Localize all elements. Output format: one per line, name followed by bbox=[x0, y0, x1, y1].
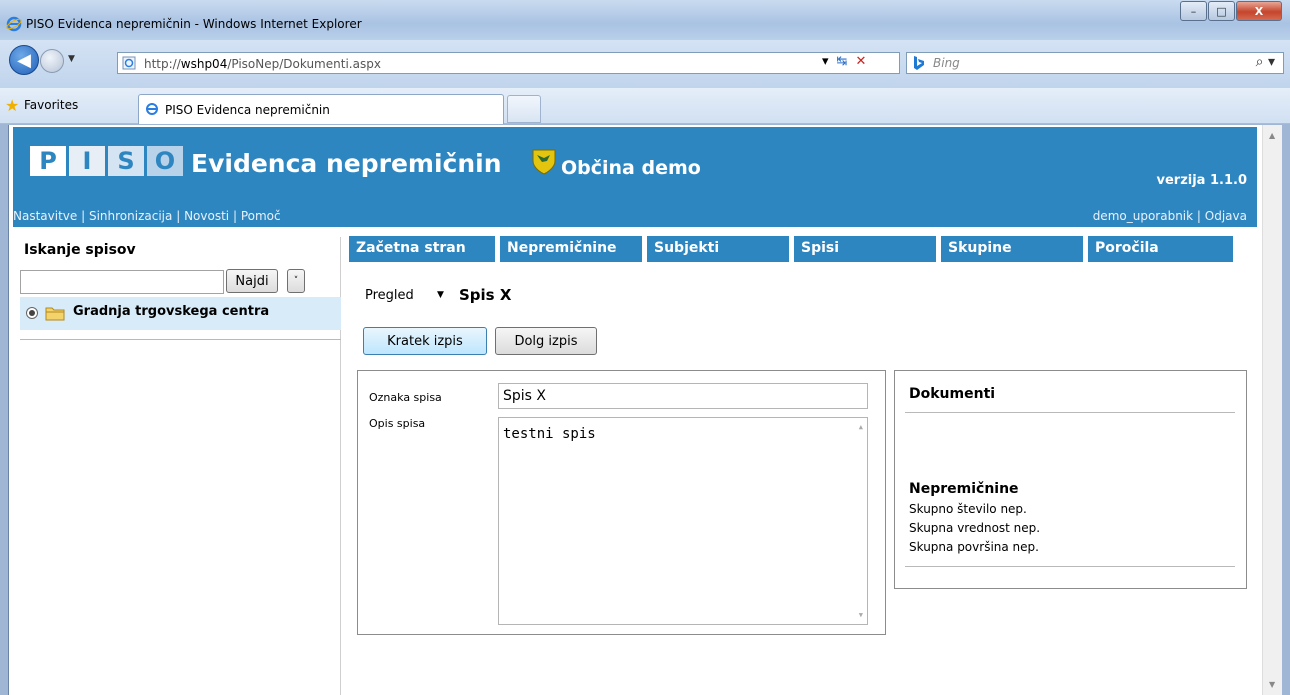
opis-label: Opis spisa bbox=[369, 417, 426, 430]
sidebar: Iskanje spisov Najdi ˅ Gradnja trgovskeg… bbox=[13, 237, 341, 695]
close-button[interactable]: X bbox=[1236, 1, 1282, 21]
search-input[interactable] bbox=[20, 270, 224, 294]
total-count-label: Skupno število nep. bbox=[909, 502, 1027, 516]
browser-tab-label: PISO Evidenca nepremičnin bbox=[165, 103, 330, 117]
main-nav: Začetna stran Nepremičnine Subjekti Spis… bbox=[349, 236, 1233, 262]
documents-divider bbox=[905, 412, 1235, 413]
ie-icon bbox=[6, 16, 22, 32]
page-icon bbox=[122, 56, 136, 70]
nav-nepremicnine[interactable]: Nepremičnine bbox=[500, 236, 642, 262]
page-scrollbar[interactable]: ▲ ▼ bbox=[1262, 125, 1282, 695]
properties-divider bbox=[905, 566, 1235, 567]
link-nastavitve[interactable]: Nastavitve bbox=[13, 209, 77, 223]
search-icon[interactable]: ⌕ ▾ bbox=[1256, 54, 1275, 70]
logout-link[interactable]: Odjava bbox=[1205, 209, 1247, 223]
browser-tab[interactable]: PISO Evidenca nepremičnin bbox=[138, 94, 504, 124]
url-field[interactable]: http://wshp04/PisoNep/Dokumenti.aspx bbox=[117, 52, 900, 74]
municipality-name: Občina demo bbox=[561, 157, 701, 179]
municipality-crest-icon bbox=[532, 149, 556, 175]
search-field[interactable]: Bing ⌕ ▾ bbox=[906, 52, 1284, 74]
history-dropdown-icon[interactable]: ▼ bbox=[68, 54, 75, 64]
oznaka-label: Oznaka spisa bbox=[369, 391, 442, 404]
username-link[interactable]: demo_uporabnik bbox=[1093, 209, 1193, 223]
url-text: http://wshp04/PisoNep/Dokumenti.aspx bbox=[144, 57, 381, 71]
version-label: verzija 1.1.0 bbox=[1156, 173, 1248, 188]
nav-skupine[interactable]: Skupine bbox=[941, 236, 1083, 262]
favorites-bar: ★ Favorites PISO Evidenca nepremičnin bbox=[0, 88, 1290, 124]
scroll-down-icon[interactable]: ▼ bbox=[1269, 680, 1275, 689]
nav-spisi[interactable]: Spisi bbox=[794, 236, 936, 262]
tree-item-gradnja[interactable]: Gradnja trgovskega centra bbox=[20, 297, 341, 330]
search-options-button[interactable]: ˅ bbox=[287, 269, 305, 293]
forward-button[interactable] bbox=[40, 49, 64, 73]
long-print-button[interactable]: Dolg izpis bbox=[495, 327, 597, 355]
link-novosti[interactable]: Novosti bbox=[184, 209, 229, 223]
oznaka-field[interactable]: Spis X bbox=[498, 383, 868, 409]
spis-title: Spis X bbox=[459, 286, 512, 304]
nav-subjekti[interactable]: Subjekti bbox=[647, 236, 789, 262]
opis-textarea[interactable]: testni spis ▲ ▼ bbox=[498, 417, 868, 625]
total-value-label: Skupna vrednost nep. bbox=[909, 521, 1041, 535]
scroll-up-icon[interactable]: ▲ bbox=[1269, 131, 1275, 140]
find-button[interactable]: Najdi bbox=[226, 269, 278, 293]
address-bar: ◀ ▼ http://wshp04/PisoNep/Dokumenti.aspx… bbox=[0, 40, 1290, 88]
nav-zacetna-stran[interactable]: Začetna stran bbox=[349, 236, 495, 262]
back-button[interactable]: ◀ bbox=[9, 45, 39, 75]
refresh-icon[interactable]: ↹ bbox=[837, 54, 848, 69]
sidebar-divider bbox=[20, 339, 341, 340]
ie-tab-icon bbox=[146, 103, 158, 115]
spis-form-panel: Oznaka spisa Spis X Opis spisa testni sp… bbox=[357, 370, 886, 635]
sidebar-title: Iskanje spisov bbox=[24, 242, 136, 258]
window-title: PISO Evidenca nepremičnin - Windows Inte… bbox=[26, 17, 362, 31]
bing-icon bbox=[914, 56, 924, 70]
piso-logo: P I S O bbox=[30, 146, 186, 176]
link-pomoc[interactable]: Pomoč bbox=[241, 209, 281, 223]
link-sinhronizacija[interactable]: Sinhronizacija bbox=[89, 209, 172, 223]
search-placeholder: Bing bbox=[933, 56, 960, 70]
minimize-button[interactable]: – bbox=[1180, 1, 1207, 21]
short-print-button[interactable]: Kratek izpis bbox=[363, 327, 487, 355]
favorites-star-icon: ★ bbox=[5, 96, 20, 115]
tree-item-radio[interactable] bbox=[26, 307, 38, 319]
window-titlebar: PISO Evidenca nepremičnin - Windows Inte… bbox=[0, 0, 1290, 40]
chevron-down-icon: ▼ bbox=[437, 290, 444, 300]
url-dropdown-icon[interactable]: ▾ bbox=[822, 54, 829, 69]
new-tab-button[interactable] bbox=[507, 95, 541, 123]
maximize-button[interactable]: □ bbox=[1208, 1, 1235, 21]
textarea-scroll-up-icon[interactable]: ▲ bbox=[859, 423, 863, 431]
textarea-scroll-down-icon[interactable]: ▼ bbox=[859, 611, 863, 619]
tree-item-label: Gradnja trgovskega centra bbox=[73, 304, 270, 319]
favorites-button[interactable]: Favorites bbox=[24, 98, 78, 112]
folder-icon bbox=[45, 307, 65, 321]
opis-text: testni spis bbox=[503, 426, 596, 442]
nav-porocila[interactable]: Poročila bbox=[1088, 236, 1233, 262]
app-header: P I S O Evidenca nepremičnin Občina demo… bbox=[13, 127, 1257, 227]
user-area: demo_uporabnik | Odjava bbox=[1092, 209, 1247, 223]
app-title: Evidenca nepremičnin bbox=[191, 149, 502, 178]
stop-icon[interactable]: ✕ bbox=[855, 54, 866, 69]
view-select[interactable]: Pregled ▼ bbox=[361, 283, 451, 307]
documents-title: Dokumenti bbox=[909, 386, 996, 402]
summary-panel: Dokumenti Nepremičnine Skupno število ne… bbox=[894, 370, 1247, 589]
url-tools: ▾ ↹ ✕ bbox=[822, 54, 866, 69]
header-links: Nastavitve | Sinhronizacija | Novosti | … bbox=[13, 209, 281, 223]
window-controls: – □ X bbox=[1179, 1, 1282, 21]
properties-title: Nepremičnine bbox=[909, 481, 1019, 497]
total-area-label: Skupna površina nep. bbox=[909, 540, 1039, 554]
